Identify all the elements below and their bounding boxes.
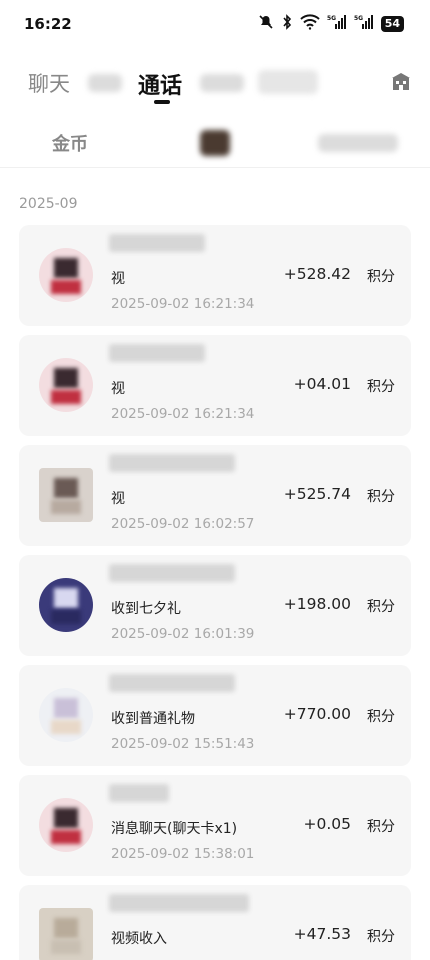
avatar [39,358,93,412]
record-card[interactable]: 收到七夕礼 2025-09-02 16:01:39 +198.00 积分 [19,555,411,656]
record-description: 消息聊天(聊天卡x1) [111,821,238,837]
record-amount: +0.05 [303,815,352,833]
user-name-blurred [109,234,205,252]
record-time: 2025-09-02 15:38:01 [111,846,255,862]
record-amount: +04.01 [293,375,351,393]
month-header: 2025-09 [19,196,78,212]
record-description: 视 [111,271,125,287]
status-bar: 16:22 5G 5G 54 [0,0,430,48]
mute-icon [258,14,274,34]
signal-5g-icon: 5G [354,14,374,34]
avatar [39,248,93,302]
svg-text:5G: 5G [327,15,336,22]
record-description: 收到七夕礼 [111,601,181,617]
record-card[interactable]: 视 2025-09-02 16:21:34 +04.01 积分 [19,335,411,436]
record-amount: +47.53 [293,925,351,943]
user-name-blurred [109,784,169,802]
user-name-blurred [109,894,249,912]
svg-text:5G: 5G [354,15,363,22]
record-time: 2025-09-02 16:21:34 [111,406,255,422]
record-time: 2025-09-02 15:51:43 [111,736,255,752]
record-unit: 积分 [367,819,395,835]
tab-blurred[interactable] [200,74,244,92]
user-name-blurred [109,564,235,582]
top-tab-bar: 聊天 通话 [0,60,430,110]
record-description: 收到普通礼物 [111,711,195,727]
record-time: 2025-09-02 16:21:34 [111,296,255,312]
tab-call[interactable]: 通话 [138,68,182,100]
record-card[interactable]: 收到普通礼物 2025-09-02 15:51:43 +770.00 积分 [19,665,411,766]
sub-tab-blurred[interactable] [200,130,230,156]
wifi-icon [299,14,320,34]
active-tab-indicator [154,100,170,104]
record-card[interactable]: 消息聊天(聊天卡x1) 2025-09-02 15:38:01 +0.05 积分 [19,775,411,876]
user-name-blurred [109,344,205,362]
sub-tab-blurred[interactable] [318,134,398,152]
signal-5g-icon: 5G [327,14,347,34]
status-icons: 5G 5G 54 [258,14,404,34]
record-card[interactable]: 视频收入 +47.53 积分 [19,885,411,960]
record-time: 2025-09-02 16:02:57 [111,516,255,532]
avatar [39,798,93,852]
user-name-blurred [109,454,235,472]
avatar [39,688,93,742]
record-unit: 积分 [367,709,395,725]
record-amount: +528.42 [283,265,351,283]
record-amount: +198.00 [283,595,351,613]
tab-chat[interactable]: 聊天 [28,68,70,98]
sub-tab-coins[interactable]: 金币 [52,130,88,156]
record-unit: 积分 [367,379,395,395]
record-card[interactable]: 视 2025-09-02 16:21:34 +528.42 积分 [19,225,411,326]
record-unit: 积分 [367,599,395,615]
battery-indicator: 54 [380,16,404,32]
record-unit: 积分 [367,929,395,945]
avatar [39,468,93,522]
record-time: 2025-09-02 16:01:39 [111,626,255,642]
record-unit: 积分 [367,489,395,505]
record-amount: +770.00 [283,705,351,723]
sub-tab-bar: 金币 [0,118,430,168]
record-description: 视 [111,491,125,507]
record-card[interactable]: 视 2025-09-02 16:02:57 +525.74 积分 [19,445,411,546]
bluetooth-icon [281,14,293,34]
tab-blurred[interactable] [88,74,122,92]
building-icon[interactable] [390,70,412,92]
record-amount: +525.74 [283,485,351,503]
record-unit: 积分 [367,269,395,285]
user-name-blurred [109,674,235,692]
status-time: 16:22 [24,15,72,33]
avatar [39,908,93,960]
record-description: 视频收入 [111,931,167,947]
avatar [39,578,93,632]
record-description: 视 [111,381,125,397]
record-list: 视 2025-09-02 16:21:34 +528.42 积分 视 2025-… [19,225,411,960]
tab-blurred[interactable] [258,70,318,94]
